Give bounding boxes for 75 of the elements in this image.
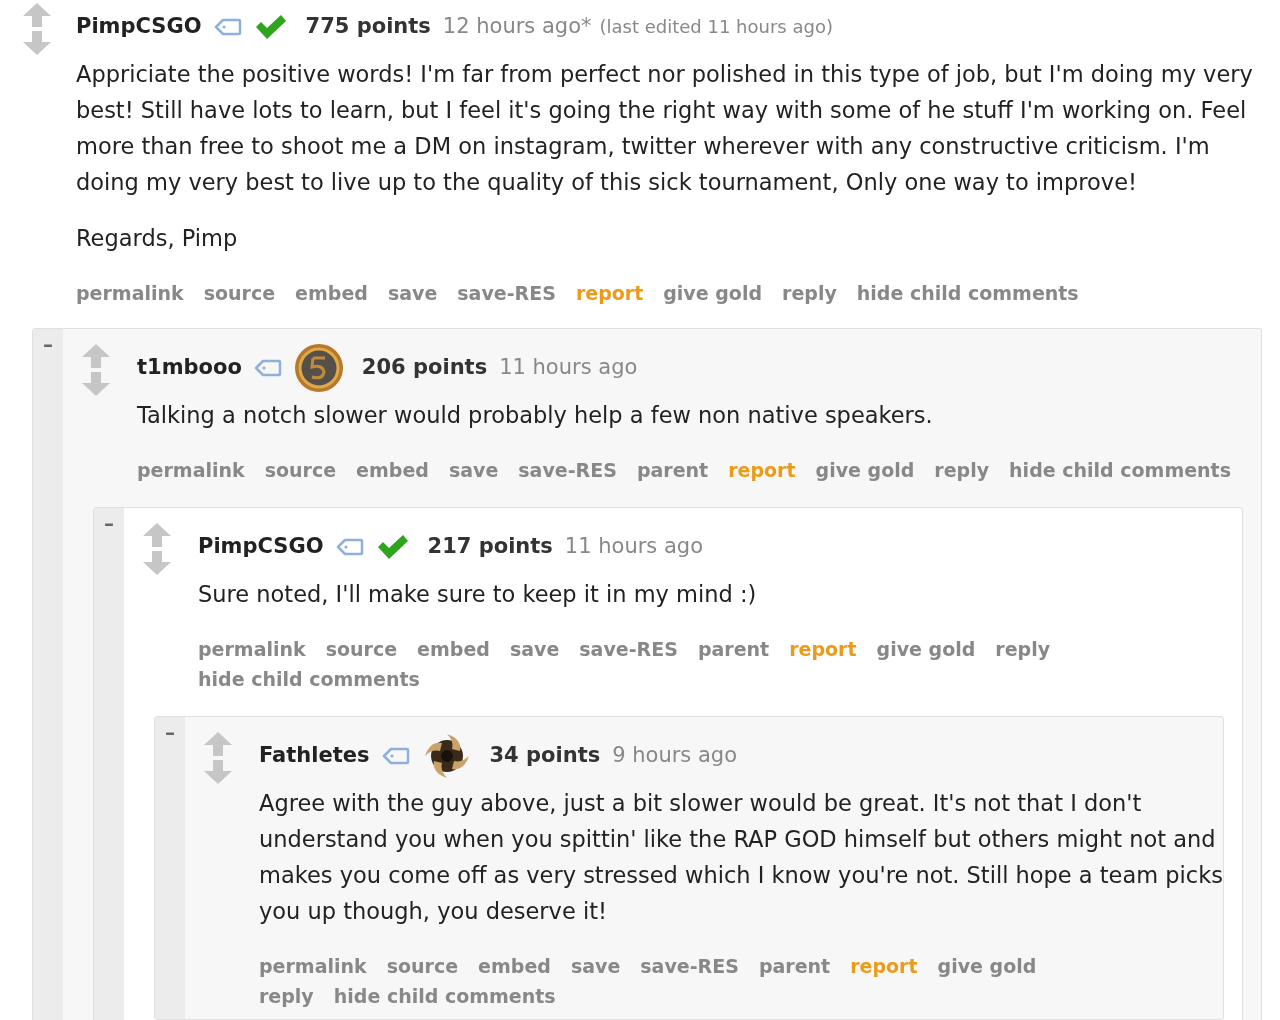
author-name[interactable]: PimpCSGO: [198, 531, 324, 563]
comment-action-link[interactable]: reply: [782, 278, 837, 308]
upvote-icon[interactable]: [22, 2, 52, 28]
tag-icon[interactable]: [335, 538, 364, 556]
comment-action-link[interactable]: source: [264, 455, 337, 485]
score: 206 points: [361, 354, 488, 382]
checkmark-icon: [253, 14, 288, 40]
timestamp: 11 hours ago: [564, 533, 703, 561]
score: 775 points: [305, 13, 431, 41]
comment-action-link[interactable]: permalink: [259, 951, 367, 981]
comment-action-link[interactable]: save: [448, 455, 499, 485]
comment-text: Appriciate the positive words! I'm far from perfect nor polished in this type of job, but I'm doing my very best! Still have lots to learn, but I feel it's going the right way with some of he stuff I'm working on. Feel more than free to shoot me a DM on instagram, twitter wherever with any constructive criticism. I'm doing my very best to live up to the quality of this sick tournament, Only one way to improve!: [76, 60, 1254, 197]
comment-action-link[interactable]: give gold: [937, 951, 1037, 981]
comment-action-link[interactable]: embed: [417, 634, 490, 664]
tag-icon[interactable]: [253, 359, 282, 377]
downvote-icon[interactable]: [203, 759, 233, 785]
timestamp: 12 hours ago*: [442, 13, 592, 41]
author-name[interactable]: Fathletes: [259, 740, 370, 772]
comment-action-link[interactable]: embed: [295, 278, 368, 308]
comment-action-link[interactable]: give gold: [876, 634, 976, 664]
comment-action-link[interactable]: embed: [478, 951, 551, 981]
comment-action-link[interactable]: report: [575, 278, 644, 308]
collapse-toggle[interactable]: –: [165, 717, 175, 747]
comment-action-link[interactable]: reply: [995, 634, 1051, 664]
comment-action-link[interactable]: save-RES: [579, 634, 678, 664]
comment-action-link[interactable]: permalink: [198, 634, 306, 664]
comment-action-link[interactable]: permalink: [137, 455, 245, 485]
comment-action-link[interactable]: parent: [697, 634, 770, 664]
comment-action-link[interactable]: save-RES: [518, 455, 617, 485]
comment-action-link[interactable]: reply: [934, 455, 990, 485]
author-name[interactable]: t1mbooo: [137, 352, 242, 384]
checkmark-icon: [375, 534, 410, 560]
comment-action-link[interactable]: hide child comments: [1009, 455, 1231, 485]
comment-action-link[interactable]: save: [509, 634, 560, 664]
edited-note: (last edited 11 hours ago): [599, 15, 833, 40]
collapse-toggle[interactable]: –: [104, 508, 114, 538]
comment-action-link[interactable]: report: [850, 951, 918, 981]
comment-action-link[interactable]: parent: [758, 951, 831, 981]
comment-action-link[interactable]: source: [325, 634, 398, 664]
timestamp: 11 hours ago: [499, 354, 638, 382]
comment-action-link[interactable]: report: [789, 634, 857, 664]
comment-action-link[interactable]: source: [203, 278, 276, 308]
author-name[interactable]: PimpCSGO: [76, 11, 202, 43]
upvote-icon[interactable]: [142, 522, 172, 548]
timestamp: 9 hours ago: [612, 742, 737, 770]
comment-action-link[interactable]: hide child comments: [198, 664, 420, 694]
comment-action-link[interactable]: embed: [356, 455, 429, 485]
comment-action-link[interactable]: reply: [259, 981, 314, 1011]
comment-action-link[interactable]: report: [728, 455, 796, 485]
coin-icon: [293, 343, 344, 393]
upvote-icon[interactable]: [203, 731, 233, 757]
comment-action-link[interactable]: save-RES: [457, 278, 556, 308]
comment-action-link[interactable]: save: [387, 278, 438, 308]
comment-action-link[interactable]: permalink: [76, 278, 184, 308]
comment-action-link[interactable]: source: [386, 951, 459, 981]
downvote-icon[interactable]: [142, 550, 172, 576]
upvote-icon[interactable]: [81, 343, 111, 369]
downvote-icon[interactable]: [81, 371, 111, 397]
comment-text: Talking a notch slower would probably help a few non native speakers.: [137, 401, 934, 430]
collapse-toggle[interactable]: –: [43, 329, 53, 359]
comment-action-link[interactable]: give gold: [815, 455, 915, 485]
score: 34 points: [489, 742, 601, 770]
tag-icon[interactable]: [213, 18, 242, 36]
comment-action-link[interactable]: save: [570, 951, 621, 981]
comment-action-link[interactable]: parent: [636, 455, 709, 485]
comment-text: Regards, Pimp: [76, 224, 239, 253]
comment-text: Agree with the guy above, just a bit slower would be great. It's not that I don't understand you when you spittin' like the RAP GOD himself but others might not and makes you come off as very stressed which I know you're not. Still hope a team picks you up though, you deserve it!: [259, 789, 1223, 926]
score: 217 points: [427, 533, 553, 561]
comment-action-link[interactable]: hide child comments: [856, 278, 1079, 308]
tag-icon[interactable]: [381, 747, 410, 765]
downvote-icon[interactable]: [22, 30, 52, 56]
comment-action-link[interactable]: give gold: [663, 278, 763, 308]
comment-action-link[interactable]: save-RES: [640, 951, 739, 981]
comment-action-link[interactable]: hide child comments: [333, 981, 556, 1011]
comment-text: Sure noted, I'll make sure to keep it in my mind :): [198, 580, 758, 609]
